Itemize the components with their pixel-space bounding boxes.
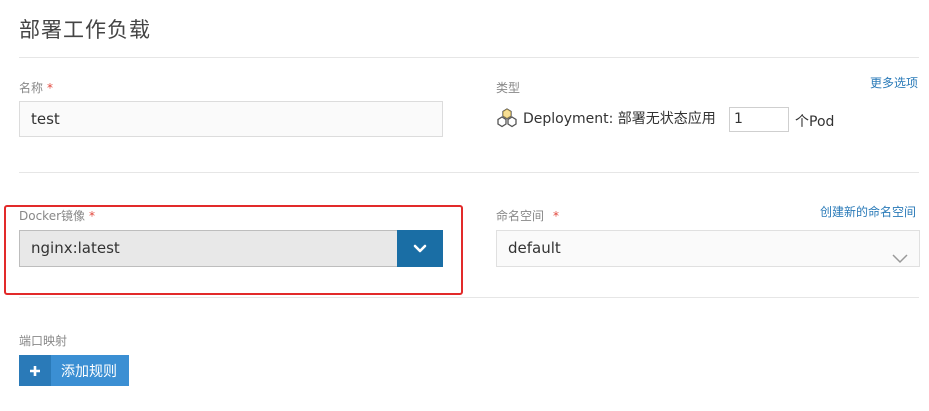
docker-image-input[interactable]: nginx:latest bbox=[19, 230, 397, 267]
page-title: 部署工作负载 bbox=[19, 18, 151, 42]
port-mapping-label: 端口映射 bbox=[19, 334, 68, 348]
chevron-down-icon bbox=[892, 242, 908, 277]
deployment-type-row: Deployment: 部署无状态应用 bbox=[496, 107, 716, 129]
namespace-label: 命名空间 * bbox=[496, 209, 560, 223]
plus-icon bbox=[19, 355, 51, 386]
divider bbox=[19, 172, 919, 173]
pod-count-input[interactable]: 1 bbox=[729, 107, 789, 132]
type-label: 类型 bbox=[496, 81, 521, 95]
image-dropdown-button[interactable] bbox=[397, 230, 443, 267]
docker-image-label: Docker镜像 * bbox=[19, 209, 96, 223]
pod-suffix: 个Pod bbox=[795, 114, 835, 130]
create-namespace-link[interactable]: 创建新的命名空间 bbox=[820, 203, 916, 220]
namespace-value: default bbox=[508, 239, 561, 257]
add-rule-button[interactable]: 添加规则 bbox=[19, 355, 129, 386]
more-options-link[interactable]: 更多选项 bbox=[870, 74, 918, 91]
deployment-text: Deployment: 部署无状态应用 bbox=[523, 111, 716, 127]
divider bbox=[19, 57, 919, 58]
namespace-select[interactable]: default bbox=[496, 230, 920, 267]
chevron-down-icon bbox=[413, 239, 427, 258]
add-rule-label: 添加规则 bbox=[61, 363, 117, 380]
name-label: 名称 * bbox=[19, 81, 54, 95]
name-input[interactable]: test bbox=[19, 101, 443, 137]
deployment-icon bbox=[496, 107, 518, 129]
divider bbox=[19, 297, 919, 298]
